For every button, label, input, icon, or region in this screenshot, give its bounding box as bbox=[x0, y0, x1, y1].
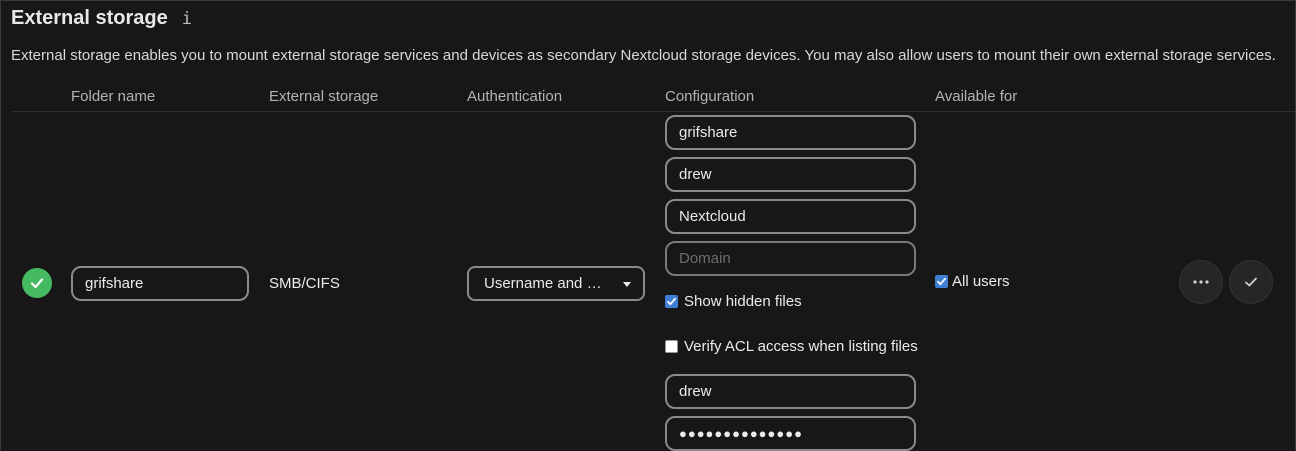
config-password-input[interactable]: ●●●●●●●●●●●●●● bbox=[665, 416, 916, 451]
chevron-down-icon bbox=[623, 282, 631, 287]
more-icon bbox=[1193, 280, 1209, 284]
status-ok-icon bbox=[22, 268, 52, 298]
external-storage-panel: External storage i External storage enab… bbox=[0, 0, 1296, 451]
header-folder-name: Folder name bbox=[71, 88, 156, 105]
section-description: External storage enables you to mount ex… bbox=[11, 47, 1276, 64]
checkbox-checked-icon bbox=[935, 275, 948, 288]
config-remote-subfolder-input[interactable]: Nextcloud bbox=[665, 199, 916, 234]
info-icon[interactable]: i bbox=[182, 9, 192, 29]
check-icon bbox=[1245, 277, 1257, 287]
config-domain-input[interactable]: Domain bbox=[665, 241, 916, 276]
authentication-select-value: Username and password bbox=[484, 275, 608, 292]
header-available-for: Available for bbox=[935, 88, 1018, 105]
verify-acl-label: Verify ACL access when listing files bbox=[684, 338, 918, 355]
available-for-label: All users bbox=[952, 273, 1010, 290]
checkbox-unchecked-icon bbox=[665, 340, 678, 353]
config-host-input[interactable]: grifshare bbox=[665, 115, 916, 150]
storage-backend: SMB/CIFS bbox=[269, 275, 340, 292]
header-external-storage: External storage bbox=[269, 88, 379, 105]
more-actions-button[interactable] bbox=[1179, 260, 1223, 304]
show-hidden-files-label: Show hidden files bbox=[684, 293, 802, 310]
authentication-select[interactable]: Username and password bbox=[467, 266, 645, 301]
folder-name-input[interactable]: grifshare bbox=[71, 266, 249, 301]
section-title: External storage bbox=[11, 7, 168, 29]
header-authentication: Authentication bbox=[467, 88, 563, 105]
save-button[interactable] bbox=[1229, 260, 1273, 304]
verify-acl-checkbox[interactable]: Verify ACL access when listing files bbox=[665, 338, 918, 355]
config-login-input[interactable]: drew bbox=[665, 374, 916, 409]
show-hidden-files-checkbox[interactable]: Show hidden files bbox=[665, 293, 802, 310]
header-configuration: Configuration bbox=[665, 88, 755, 105]
header-divider bbox=[11, 111, 1295, 112]
available-for-all-users-checkbox[interactable]: All users bbox=[935, 273, 1010, 290]
checkbox-checked-icon bbox=[665, 295, 678, 308]
config-share-input[interactable]: drew bbox=[665, 157, 916, 192]
section-heading: External storage i bbox=[11, 7, 192, 30]
